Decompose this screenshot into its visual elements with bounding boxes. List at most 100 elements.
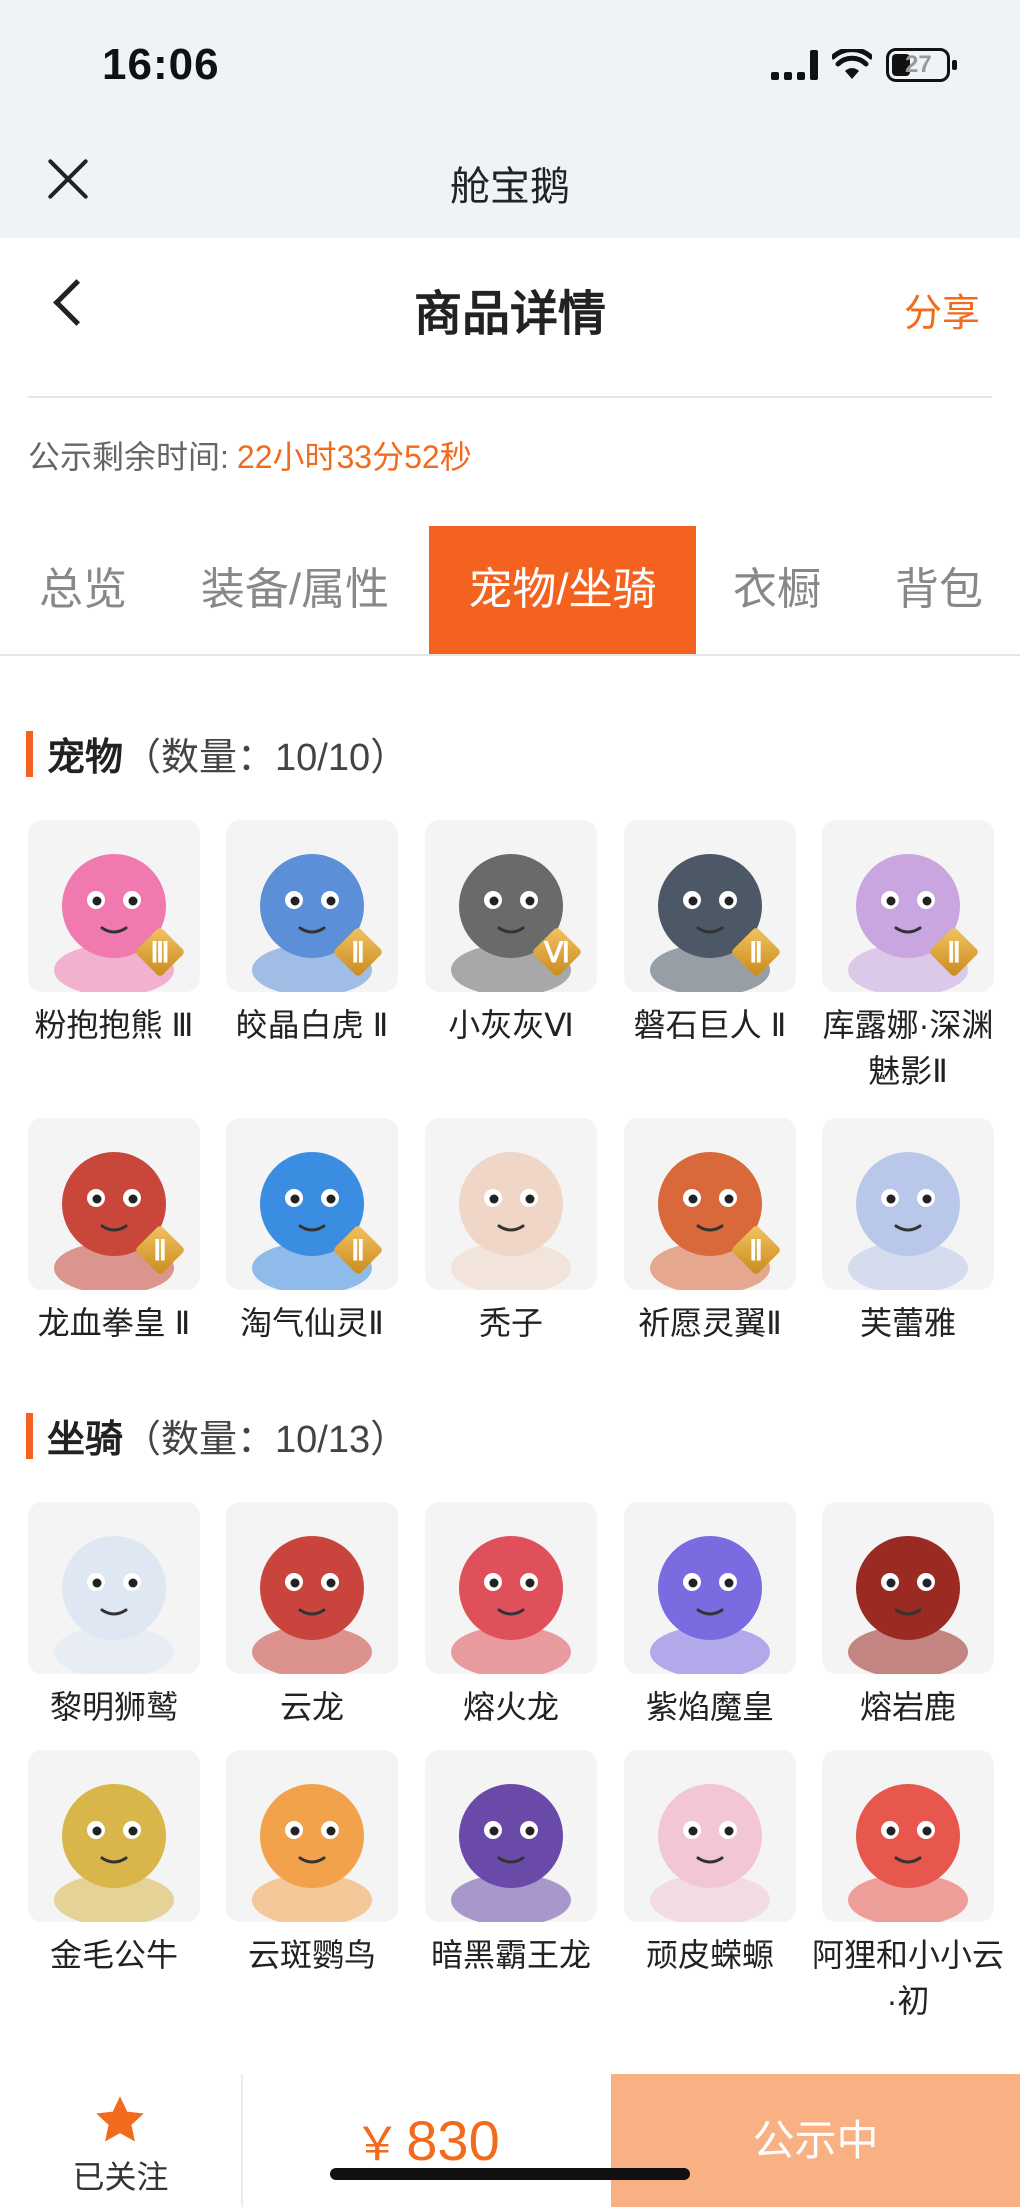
mount-item[interactable]: 熔火龙 (425, 1502, 597, 1730)
grade-text: Ⅱ (153, 1236, 167, 1267)
mount-item[interactable]: 金毛公牛 (28, 1750, 200, 1978)
item-name: 阿狸和小小云·初 (811, 1937, 1004, 2019)
character-portrait-icon (650, 1536, 770, 1674)
item-name: 云龙 (279, 1689, 344, 1725)
item-thumbnail: Ⅱ (226, 820, 398, 992)
pet-item[interactable]: 芙蕾雅 (822, 1118, 994, 1346)
pet-item[interactable]: Ⅱ 磐石巨人 Ⅱ (624, 820, 796, 1048)
item-name: 龙血拳皇 Ⅱ (37, 1305, 191, 1341)
character-portrait-icon (252, 1536, 372, 1674)
character-portrait-icon (54, 1784, 174, 1922)
character-portrait-icon (848, 1536, 968, 1674)
grade-badge-icon: Ⅵ (531, 926, 583, 978)
item-name: 皎晶白虎 Ⅱ (235, 1007, 389, 1043)
countdown-label: 公示剩余时间: (28, 439, 229, 475)
item-thumbnail (226, 1502, 398, 1674)
item-name: 黎明狮鹫 (49, 1689, 178, 1725)
grade-text: Ⅱ (351, 1236, 365, 1267)
grade-text: Ⅲ (150, 938, 170, 969)
mount-item[interactable]: 阿狸和小小云·初 (812, 1750, 1004, 2024)
grade-badge-icon: Ⅱ (332, 1224, 384, 1276)
character-portrait-icon (54, 1536, 174, 1674)
mount-item[interactable]: 暗黑霸王龙 (425, 1750, 597, 1978)
page-title: 商品详情 (413, 288, 606, 341)
mini-program-header: 16:06 27 舱宝鹅 (0, 0, 1020, 238)
character-portrait-icon (848, 1784, 968, 1922)
share-button[interactable]: 分享 (904, 282, 980, 337)
mount-item[interactable]: 顽皮蝾螈 (624, 1750, 796, 1978)
character-portrait-icon (451, 1152, 571, 1290)
item-thumbnail (425, 1502, 597, 1674)
countdown: 公示剩余时间: 22小时33分52秒 (28, 432, 472, 478)
grade-text: Ⅱ (749, 1236, 763, 1267)
pet-item[interactable]: Ⅱ 皎晶白虎 Ⅱ (226, 820, 398, 1048)
item-name: 芙蕾雅 (859, 1305, 956, 1341)
public-status-button[interactable]: 公示中 (611, 2074, 1020, 2207)
item-name: 祈愿灵翼Ⅱ (638, 1305, 782, 1341)
pets-title: 宠物 (47, 737, 124, 779)
item-name: 金毛公牛 (49, 1937, 178, 1973)
pets-count: （数量：10/10） (123, 737, 409, 779)
tab-bar: 总览 装备/属性 宠物/坐骑 衣橱 背包 (0, 526, 1020, 654)
item-thumbnail: Ⅱ (822, 820, 994, 992)
pet-item[interactable]: Ⅱ 库露娜·深渊魅影Ⅱ (822, 820, 994, 1094)
mount-item[interactable]: 云龙 (226, 1502, 398, 1730)
countdown-value: 22小时33分52秒 (236, 439, 472, 475)
character-portrait-icon (451, 1784, 571, 1922)
item-thumbnail: Ⅱ (28, 1118, 200, 1290)
follow-button[interactable]: 已关注 (0, 2074, 243, 2207)
item-name: 熔岩鹿 (859, 1689, 956, 1725)
item-thumbnail (624, 1750, 796, 1922)
item-thumbnail: Ⅵ (425, 820, 597, 992)
status-icons: 27 (771, 48, 957, 82)
mount-item[interactable]: 熔岩鹿 (822, 1502, 994, 1730)
status-time: 16:06 (102, 40, 220, 89)
grade-badge-icon: Ⅱ (928, 926, 980, 978)
tabs-divider (0, 654, 1020, 656)
pet-item[interactable]: Ⅱ 祈愿灵翼Ⅱ (624, 1118, 796, 1346)
mount-item[interactable]: 紫焰魔皇 (624, 1502, 796, 1730)
item-name: 磐石巨人 Ⅱ (633, 1007, 787, 1043)
pets-section-title: 宠物 （数量：10/10） (26, 726, 408, 781)
mount-item[interactable]: 黎明狮鹫 (28, 1502, 200, 1730)
bottom-action-bar: 已关注 ￥ 830 公示中 (0, 2074, 1020, 2207)
item-name: 粉抱抱熊 Ⅲ (34, 1007, 194, 1043)
tab-equipment[interactable]: 装备/属性 (190, 526, 400, 654)
item-name: 紫焰魔皇 (645, 1689, 774, 1725)
pet-item[interactable]: Ⅱ 淘气仙灵Ⅱ (226, 1118, 398, 1346)
item-name: 顽皮蝾螈 (645, 1937, 774, 1973)
battery-icon: 27 (886, 48, 957, 82)
pet-item[interactable]: Ⅵ 小灰灰Ⅵ (425, 820, 597, 1048)
cellular-signal-icon (771, 50, 818, 80)
battery-level: 27 (905, 51, 932, 78)
item-thumbnail (822, 1750, 994, 1922)
item-thumbnail (624, 1502, 796, 1674)
character-portrait-icon (848, 1152, 968, 1290)
item-thumbnail (226, 1750, 398, 1922)
grade-text: Ⅱ (947, 938, 961, 969)
item-thumbnail (425, 1750, 597, 1922)
grade-badge-icon: Ⅲ (134, 926, 186, 978)
grade-text: Ⅱ (351, 938, 365, 969)
grade-badge-icon: Ⅱ (730, 1224, 782, 1276)
grade-text: Ⅵ (544, 938, 570, 969)
pet-item[interactable]: Ⅲ 粉抱抱熊 Ⅲ (28, 820, 200, 1048)
mount-item[interactable]: 云斑鹦鸟 (226, 1750, 398, 1978)
grade-badge-icon: Ⅱ (332, 926, 384, 978)
tab-bag[interactable]: 背包 (884, 526, 994, 654)
grade-badge-icon: Ⅱ (730, 926, 782, 978)
grade-badge-icon: Ⅱ (134, 1224, 186, 1276)
item-thumbnail (28, 1502, 200, 1674)
pet-item[interactable]: 秃子 (425, 1118, 597, 1346)
item-thumbnail: Ⅲ (28, 820, 200, 992)
item-name: 云斑鹦鸟 (247, 1937, 376, 1973)
item-name: 暗黑霸王龙 (430, 1937, 591, 1973)
tab-overview[interactable]: 总览 (28, 526, 138, 654)
character-portrait-icon (252, 1784, 372, 1922)
mounts-title: 坐骑 (47, 1419, 124, 1461)
pet-item[interactable]: Ⅱ 龙血拳皇 Ⅱ (28, 1118, 200, 1346)
item-thumbnail (822, 1118, 994, 1290)
tab-wardrobe[interactable]: 衣橱 (722, 526, 832, 654)
item-name: 库露娜·深渊魅影Ⅱ (822, 1007, 994, 1089)
tab-pets-mounts[interactable]: 宠物/坐骑 (429, 526, 696, 654)
